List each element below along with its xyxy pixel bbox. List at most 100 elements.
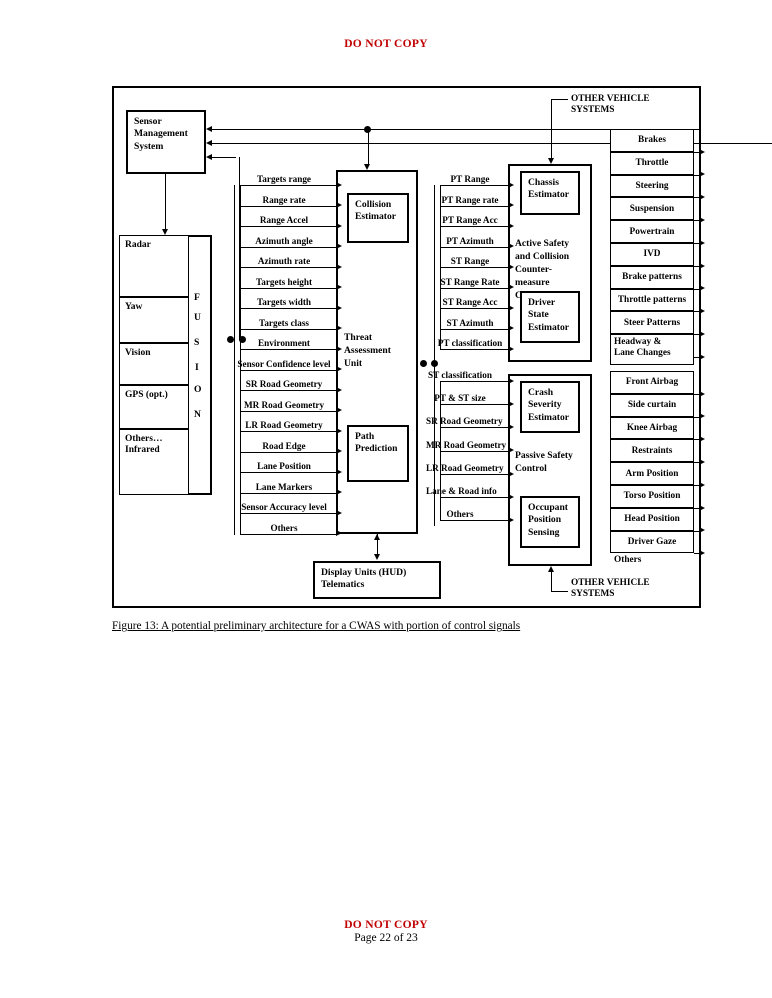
signal-tau-to-active-label: PT Azimuth (446, 235, 494, 246)
signal-tau-to-passive-arrowhead (508, 401, 514, 407)
signal-tau-to-passive-label: MR Road Geometry (426, 439, 507, 450)
signal-tau-to-active-label: PT Range Acc (442, 215, 498, 225)
signal-sensor-to-tau-label: Sensor Accuracy level (241, 502, 327, 512)
crash-severity-line-2: Severity (528, 399, 562, 411)
signal-tau-to-active-arrowhead (508, 243, 514, 250)
signal-sensor-to-tau-label: Targets range (256, 174, 311, 184)
signal-sensor-to-tau-label: Azimuth angle (255, 235, 313, 246)
output-rail-right (699, 129, 700, 559)
signal-sensor-to-tau-label: MR Road Geometry (243, 399, 325, 410)
figure-caption: Figure 13: A potential preliminary archi… (112, 620, 521, 632)
arrowhead-feedback-2 (206, 139, 212, 146)
block-chassis-estimator: Chassis Estimator (520, 171, 580, 215)
signal-tau-to-active-line (440, 349, 508, 350)
sms-line-3: System (134, 140, 164, 152)
signal-sensor-to-tau-line (240, 533, 336, 535)
fusion-letter-i: I (195, 362, 199, 373)
block-sensor-management-system: Sensor Management System (126, 110, 206, 174)
signal-sensor-to-tau-label: LR Road Geometry (245, 420, 323, 430)
signal-tau-to-active-label: ST Range Rate (440, 276, 500, 287)
figure-architecture-diagram: Sensor Management System Radar Yaw Visio… (112, 86, 772, 608)
signal-sensor-to-tau-arrowhead (336, 407, 342, 414)
block-path-prediction: Path Prediction (347, 425, 409, 482)
output-passive-cell: Arm Position (610, 462, 694, 485)
asc-label-line-2: and Collision (515, 251, 570, 262)
signal-tau-to-passive-arrowhead (508, 517, 514, 523)
signal-sensor-to-tau-arrowhead (336, 263, 342, 270)
signal-sensor-to-tau-arrowhead (336, 243, 342, 250)
arrowhead-display-to-tau (373, 534, 380, 540)
output-passive-cell: Front Airbag (610, 371, 694, 394)
signal-sensor-to-tau-label: Targets height (255, 276, 313, 287)
line-ovs-bot-v (551, 572, 552, 592)
block-display-units: Display Units (HUD) Telematics (313, 561, 441, 599)
occupant-position-line-1: Occupant (528, 502, 568, 513)
signal-tau-to-active-arrowhead (508, 284, 514, 291)
ovs-bot-line-1: OTHER VEHICLE (571, 578, 650, 588)
signal-tau-to-active-line (440, 185, 508, 186)
signal-tau-to-passive-line (440, 404, 508, 406)
signal-tau-to-active-arrowhead (508, 325, 514, 332)
asc-label-line-3: Counter- (515, 264, 552, 275)
signal-tau-to-passive-arrowhead (508, 424, 514, 431)
signal-tau-to-passive-bundle-rail (440, 381, 441, 521)
signal-tau-to-active-arrowhead (508, 222, 514, 229)
path-prediction-line-1: Path (355, 431, 375, 442)
asc-label-line-4: measure (515, 277, 550, 288)
signal-sensor-to-tau-label: Targets class (259, 317, 309, 328)
signal-sensor-to-tau-line (240, 349, 336, 350)
sensor-vision: Vision (119, 343, 189, 385)
signal-sensor-to-tau-arrowhead (336, 468, 342, 475)
signal-tau-to-passive-line (440, 520, 508, 522)
junction-dot-classif-2 (431, 360, 438, 367)
occupant-position-line-3: Sensing (528, 526, 560, 538)
output-passive-cell: Driver Gaze (610, 530, 694, 554)
sensor-vision-label: Vision (125, 348, 151, 358)
signal-tau-to-passive-line (440, 427, 508, 429)
sensor-yaw: Yaw (119, 297, 189, 343)
output-active-cell: Throttle patterns (610, 288, 694, 312)
signal-tau-to-active-arrowhead (508, 345, 514, 352)
signal-tau-to-passive-label: ST classification (428, 370, 492, 380)
signal-tau-to-passive-arrowhead (508, 377, 514, 384)
sensor-others-infrared: Others… Infrared (119, 429, 189, 495)
signal-sensor-to-tau-arrowhead (336, 222, 342, 229)
sensor-others-label: Others… (125, 434, 163, 444)
signal-sensor-to-tau-label: Sensor Confidence level (237, 358, 331, 369)
signal-sensor-to-tau-arrowhead (336, 345, 342, 352)
output-active-cell: Throttle (610, 151, 694, 175)
fusion-letter-s: S (194, 337, 200, 348)
fusion-letter-f: F (194, 292, 200, 303)
signal-tau-to-passive-arrowhead (508, 470, 514, 477)
junction-drop-to-tau (367, 129, 369, 164)
ovs-bot-line-2: SYSTEMS (571, 588, 615, 599)
block-crash-severity-estimator: Crash Severity Estimator (520, 381, 580, 433)
fusion-letter-o: O (194, 384, 202, 395)
annotation-other-vehicle-systems-top: OTHER VEHICLE SYSTEMS (571, 94, 650, 115)
sms-line-1: Sensor (134, 116, 162, 127)
signal-tau-to-active-arrowhead (508, 181, 514, 188)
signal-sensor-to-tau-arrowhead (336, 489, 342, 496)
junction-dot-env-1 (227, 336, 234, 343)
sensor-gps-label: GPS (opt.) (125, 390, 168, 400)
signal-tau-to-passive-arrowhead (508, 493, 514, 500)
annotation-other-vehicle-systems-bottom: OTHER VEHICLE SYSTEMS (571, 578, 650, 599)
signal-sensor-to-tau-line (240, 513, 336, 514)
psc-label-line-1: Passive Safety (515, 450, 573, 461)
document-page: DO NOT COPY Sensor Management System Rad… (0, 0, 772, 998)
signal-sensor-to-tau-line (240, 185, 336, 186)
output-active-cell: Brakes (610, 129, 694, 152)
signal-tau-to-active-bundle-rail (440, 185, 441, 349)
signal-tau-to-active-line (440, 267, 508, 268)
signal-sensor-to-tau-label: Others (270, 522, 298, 533)
output-passive-cell: Restraints (610, 439, 694, 463)
chassis-estimator-line-1: Chassis (528, 177, 559, 188)
signal-sensor-to-tau-label: Range Accel (259, 215, 309, 225)
signal-sensor-to-tau-arrowhead (336, 448, 342, 455)
signal-tau-to-passive-label: LR Road Geometry (426, 462, 504, 473)
line-ovs-top-h (551, 99, 568, 100)
output-passive-cell: Head Position (610, 507, 694, 531)
signal-sensor-to-tau-arrowhead (336, 181, 342, 188)
signal-sensor-to-tau-line (240, 328, 336, 330)
block-collision-estimator: Collision Estimator (347, 193, 409, 243)
